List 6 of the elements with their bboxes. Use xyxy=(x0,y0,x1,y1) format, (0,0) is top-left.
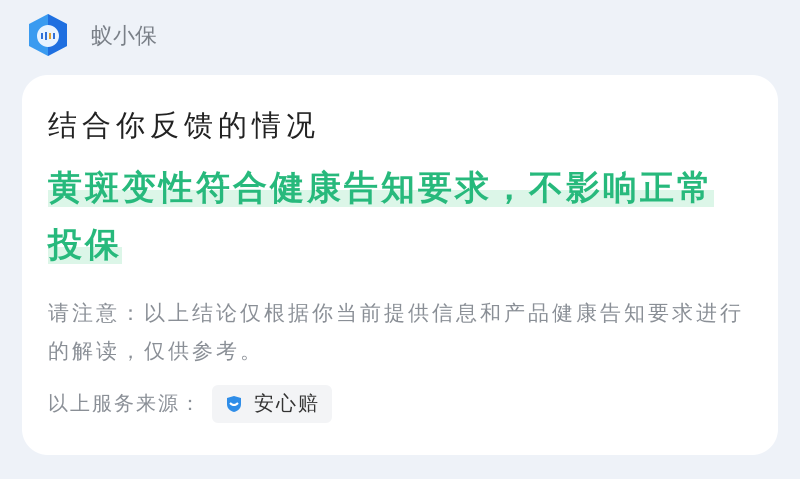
assistant-name: 蚁小保 xyxy=(91,22,157,50)
note-text: 请注意：以上结论仅根据你当前提供信息和产品健康告知要求进行的解读，仅供参考。 xyxy=(48,301,745,365)
conclusion-text: 黄斑变性符合健康告知要求，不影响正常投保 xyxy=(48,168,715,266)
source-chip[interactable]: 安心赔 xyxy=(212,385,332,423)
card-title: 结合你反馈的情况 xyxy=(48,109,321,144)
source-label: 以上服务来源： xyxy=(48,392,202,417)
